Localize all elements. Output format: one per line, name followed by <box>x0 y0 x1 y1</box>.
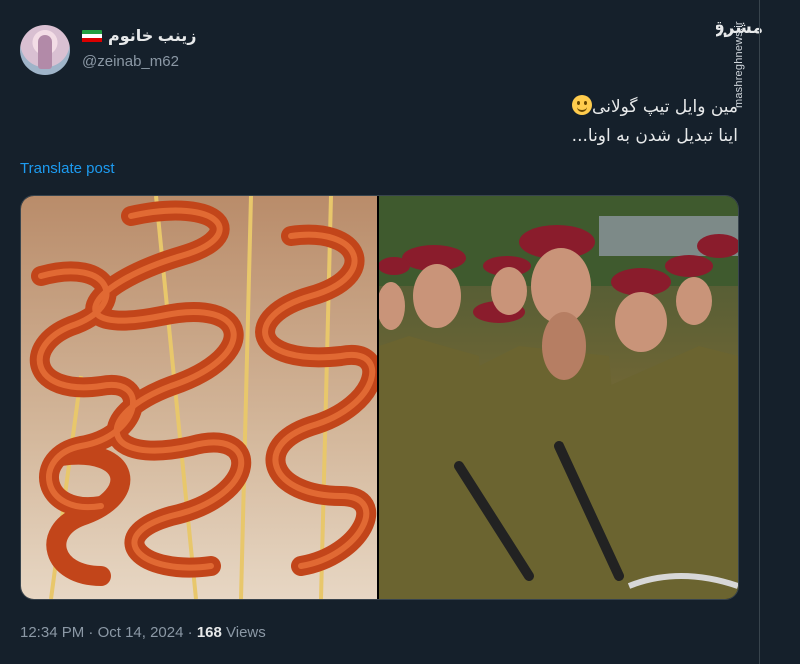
tweet-date[interactable]: Oct 14, 2024 <box>98 624 184 641</box>
avatar[interactable] <box>20 25 70 75</box>
author-display-name[interactable]: زینب خانوم <box>108 26 196 46</box>
tweet-line-1: مین وایل تیپ گولانی <box>572 93 738 122</box>
translate-post-link[interactable]: Translate post <box>20 160 115 177</box>
views-count: 168 <box>196 624 222 641</box>
author-name-row: زینب خانوم <box>82 26 196 46</box>
views-label: Views <box>226 624 266 641</box>
tweet-meta: 12:34 PM · Oct 14, 2024 · 168 Views <box>20 624 266 641</box>
iran-flag-icon <box>82 29 102 43</box>
author-handle[interactable]: @zeinab_m62 <box>82 53 179 70</box>
tweet-media[interactable] <box>20 195 739 600</box>
divider <box>759 0 760 664</box>
slightly-smiling-face-emoji <box>572 95 593 115</box>
media-image-right[interactable] <box>377 196 738 599</box>
fried-snakes-on-skewers-image <box>29 196 383 599</box>
meta-separator-2: · <box>187 624 193 641</box>
tweet-time[interactable]: 12:34 PM <box>20 624 84 641</box>
tweet-text: مین وایل تیپ گولانی اینا تبدیل شدن به او… <box>572 93 738 151</box>
meta-separator: · <box>88 624 94 641</box>
media-image-left[interactable] <box>21 196 383 599</box>
soldiers-crying-image <box>377 196 738 599</box>
tweet-line-2: اینا تبدیل شدن به اونا... <box>571 126 738 146</box>
